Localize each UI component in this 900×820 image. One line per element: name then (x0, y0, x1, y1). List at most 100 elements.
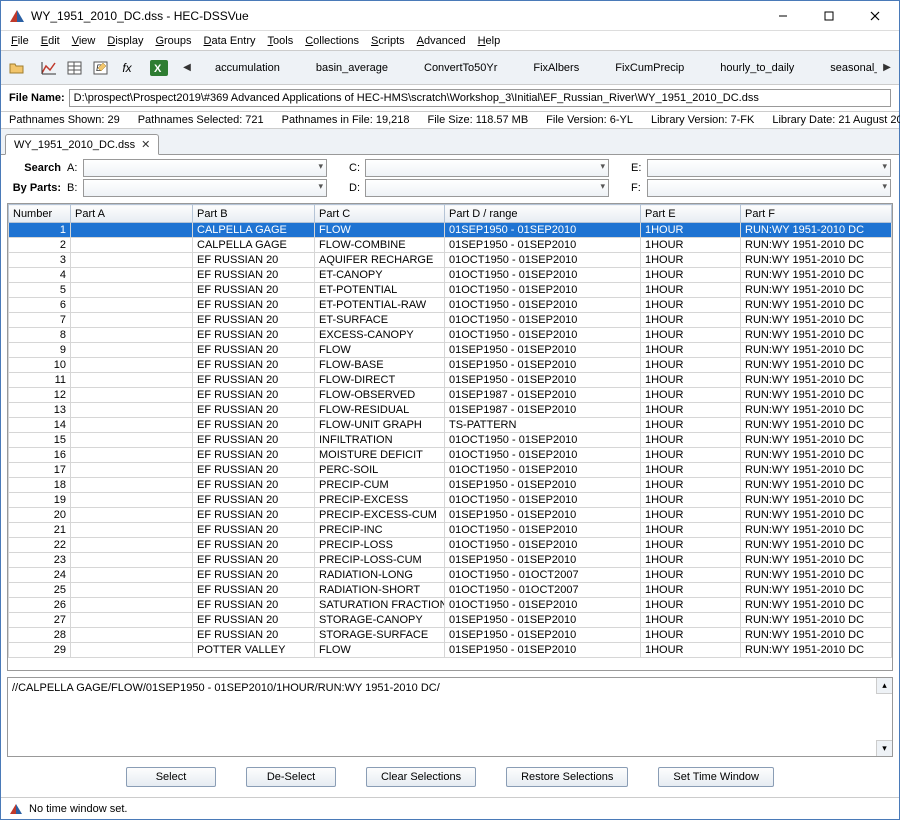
col-part-c[interactable]: Part C (315, 205, 445, 223)
file-name-label: File Name: (9, 92, 65, 104)
svg-text:X: X (154, 63, 162, 75)
minimize-button[interactable] (761, 2, 805, 30)
table-row[interactable]: 11EF RUSSIAN 20FLOW-DIRECT01SEP1950 - 01… (9, 373, 892, 388)
select-button[interactable]: Select (126, 767, 216, 787)
script-fixcumprecip[interactable]: FixCumPrecip (597, 62, 702, 74)
part-e-combo[interactable] (647, 159, 891, 177)
deselect-button[interactable]: De-Select (246, 767, 336, 787)
table-row[interactable]: 28EF RUSSIAN 20STORAGE-SURFACE01SEP1950 … (9, 628, 892, 643)
path-scroll-up-icon[interactable]: ▴ (876, 678, 892, 694)
script-hourly_to_daily[interactable]: hourly_to_daily (702, 62, 812, 74)
titlebar: WY_1951_2010_DC.dss - HEC-DSSVue (1, 1, 899, 31)
script-seasonal_volur[interactable]: seasonal_volur (812, 62, 877, 74)
excel-icon[interactable]: X (147, 56, 171, 80)
stats-bar: Pathnames Shown: 29 Pathnames Selected: … (1, 112, 899, 129)
window-title: WY_1951_2010_DC.dss - HEC-DSSVue (31, 9, 761, 23)
table-row[interactable]: 9EF RUSSIAN 20FLOW01SEP1950 - 01SEP20101… (9, 343, 892, 358)
pathnames-selected: Pathnames Selected: 721 (138, 114, 264, 126)
part-f-combo[interactable] (647, 179, 891, 197)
table-row[interactable]: 12EF RUSSIAN 20FLOW-OBSERVED01SEP1987 - … (9, 388, 892, 403)
menu-edit[interactable]: Edit (35, 33, 66, 49)
file-bar: File Name: (1, 85, 899, 112)
table-row[interactable]: 22EF RUSSIAN 20PRECIP-LOSS01OCT1950 - 01… (9, 538, 892, 553)
scroll-left-icon[interactable]: ◀ (179, 56, 195, 80)
table-row[interactable]: 23EF RUSSIAN 20PRECIP-LOSS-CUM01SEP1950 … (9, 553, 892, 568)
part-d-label: D: (349, 182, 363, 194)
part-a-combo[interactable] (83, 159, 327, 177)
table-row[interactable]: 25EF RUSSIAN 20RADIATION-SHORT01OCT1950 … (9, 583, 892, 598)
maximize-button[interactable] (807, 2, 851, 30)
edit-icon[interactable]: E (89, 56, 113, 80)
menu-view[interactable]: View (66, 33, 102, 49)
table-row[interactable]: 1CALPELLA GAGEFLOW01SEP1950 - 01SEP20101… (9, 223, 892, 238)
script-fixalbers[interactable]: FixAlbers (515, 62, 597, 74)
table-row[interactable]: 26EF RUSSIAN 20SATURATION FRACTION01OCT1… (9, 598, 892, 613)
part-b-label: B: (67, 182, 81, 194)
part-b-combo[interactable] (83, 179, 327, 197)
pathname-table[interactable]: NumberPart APart BPart CPart D / rangePa… (8, 204, 892, 658)
part-d-combo[interactable] (365, 179, 609, 197)
menu-groups[interactable]: Groups (149, 33, 197, 49)
menu-data-entry[interactable]: Data Entry (198, 33, 262, 49)
table-row[interactable]: 5EF RUSSIAN 20ET-POTENTIAL01OCT1950 - 01… (9, 283, 892, 298)
col-part-f[interactable]: Part F (741, 205, 892, 223)
file-name-input[interactable] (69, 89, 891, 107)
status-bar: No time window set. (1, 797, 899, 819)
script-accumulation[interactable]: accumulation (197, 62, 298, 74)
script-basin_average[interactable]: basin_average (298, 62, 406, 74)
selected-path-text: //CALPELLA GAGE/FLOW/01SEP1950 - 01SEP20… (12, 682, 440, 694)
col-part-d-range[interactable]: Part D / range (445, 205, 641, 223)
table-row[interactable]: 7EF RUSSIAN 20ET-SURFACE01OCT1950 - 01SE… (9, 313, 892, 328)
table-row[interactable]: 13EF RUSSIAN 20FLOW-RESIDUAL01SEP1987 - … (9, 403, 892, 418)
menu-help[interactable]: Help (472, 33, 507, 49)
menu-file[interactable]: File (5, 33, 35, 49)
scroll-right-icon[interactable]: ▶ (879, 56, 895, 80)
clear-selections-button[interactable]: Clear Selections (366, 767, 476, 787)
path-scroll-down-icon[interactable]: ▾ (876, 740, 892, 756)
table-icon[interactable] (63, 56, 87, 80)
col-part-b[interactable]: Part B (193, 205, 315, 223)
table-row[interactable]: 16EF RUSSIAN 20MOISTURE DEFICIT01OCT1950… (9, 448, 892, 463)
table-row[interactable]: 4EF RUSSIAN 20ET-CANOPY01OCT1950 - 01SEP… (9, 268, 892, 283)
restore-selections-button[interactable]: Restore Selections (506, 767, 628, 787)
menu-display[interactable]: Display (101, 33, 149, 49)
status-text: No time window set. (29, 803, 127, 815)
menu-advanced[interactable]: Advanced (411, 33, 472, 49)
table-row[interactable]: 19EF RUSSIAN 20PRECIP-EXCESS01OCT1950 - … (9, 493, 892, 508)
menu-collections[interactable]: Collections (299, 33, 365, 49)
pathnames-shown: Pathnames Shown: 29 (9, 114, 120, 126)
pathnames-in-file: Pathnames in File: 19,218 (282, 114, 410, 126)
col-number[interactable]: Number (9, 205, 71, 223)
col-part-e[interactable]: Part E (641, 205, 741, 223)
script-convertto50yr[interactable]: ConvertTo50Yr (406, 62, 515, 74)
close-button[interactable] (853, 2, 897, 30)
tab-bar: WY_1951_2010_DC.dss ✕ (1, 129, 899, 155)
table-row[interactable]: 2CALPELLA GAGEFLOW-COMBINE01SEP1950 - 01… (9, 238, 892, 253)
menu-tools[interactable]: Tools (262, 33, 300, 49)
col-part-a[interactable]: Part A (71, 205, 193, 223)
search-label: Search (9, 162, 65, 174)
table-row[interactable]: 3EF RUSSIAN 20AQUIFER RECHARGE01OCT1950 … (9, 253, 892, 268)
table-row[interactable]: 24EF RUSSIAN 20RADIATION-LONG01OCT1950 -… (9, 568, 892, 583)
set-time-window-button[interactable]: Set Time Window (658, 767, 774, 787)
table-row[interactable]: 21EF RUSSIAN 20PRECIP-INC01OCT1950 - 01S… (9, 523, 892, 538)
function-icon[interactable]: fx (115, 56, 139, 80)
library-date: Library Date: 21 August 2017 (772, 114, 900, 126)
table-row[interactable]: 6EF RUSSIAN 20ET-POTENTIAL-RAW01OCT1950 … (9, 298, 892, 313)
table-row[interactable]: 20EF RUSSIAN 20PRECIP-EXCESS-CUM01SEP195… (9, 508, 892, 523)
part-c-combo[interactable] (365, 159, 609, 177)
plot-icon[interactable] (37, 56, 61, 80)
table-row[interactable]: 14EF RUSSIAN 20FLOW-UNIT GRAPHTS-PATTERN… (9, 418, 892, 433)
tab-file[interactable]: WY_1951_2010_DC.dss ✕ (5, 134, 159, 155)
table-row[interactable]: 27EF RUSSIAN 20STORAGE-CANOPY01SEP1950 -… (9, 613, 892, 628)
table-row[interactable]: 15EF RUSSIAN 20INFILTRATION01OCT1950 - 0… (9, 433, 892, 448)
table-row[interactable]: 10EF RUSSIAN 20FLOW-BASE01SEP1950 - 01SE… (9, 358, 892, 373)
menu-scripts[interactable]: Scripts (365, 33, 411, 49)
table-row[interactable]: 18EF RUSSIAN 20PRECIP-CUM01SEP1950 - 01S… (9, 478, 892, 493)
table-row[interactable]: 29POTTER VALLEYFLOW01SEP1950 - 01SEP2010… (9, 643, 892, 658)
table-row[interactable]: 8EF RUSSIAN 20EXCESS-CANOPY01OCT1950 - 0… (9, 328, 892, 343)
toolbar: E fx X ◀ accumulationbasin_averageConver… (1, 51, 899, 85)
table-row[interactable]: 17EF RUSSIAN 20PERC-SOIL01OCT1950 - 01SE… (9, 463, 892, 478)
tab-close-icon[interactable]: ✕ (141, 138, 150, 151)
open-icon[interactable] (5, 56, 29, 80)
